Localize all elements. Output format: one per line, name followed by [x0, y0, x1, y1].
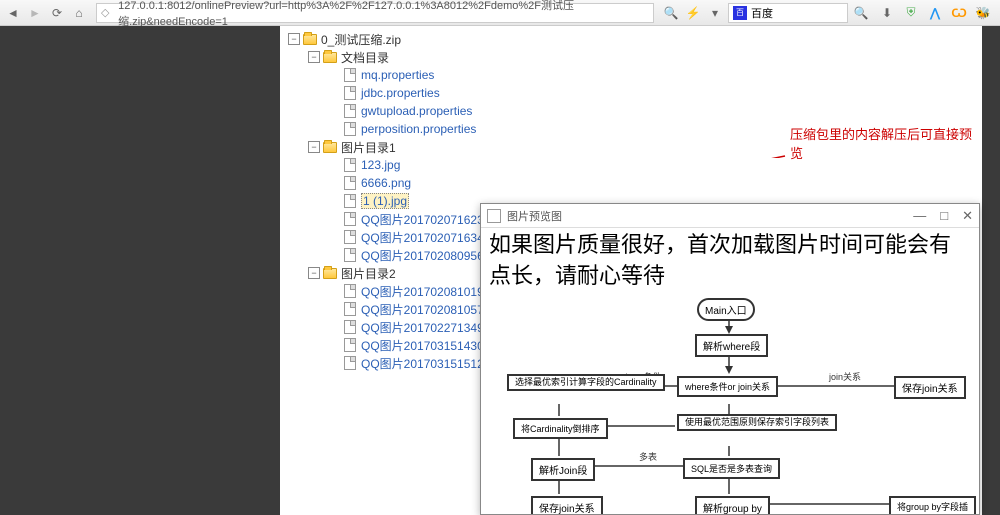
- forward-button[interactable]: ►: [26, 4, 44, 22]
- tree-label[interactable]: jdbc.properties: [361, 86, 440, 100]
- fc-sql-multi: SQL是否是多表查询: [683, 458, 780, 479]
- w-icon[interactable]: Ѡ: [950, 4, 968, 22]
- url-text: 127.0.0.1:8012/onlinePreview?url=http%3A…: [118, 0, 649, 29]
- download-button[interactable]: ⬇: [878, 4, 896, 22]
- tree-label[interactable]: gwtupload.properties: [361, 104, 472, 118]
- dark-edge: [982, 26, 1000, 515]
- preview-window: 图片预览图 — □ ✕ 如果图片质量很好，首次加载图片时间可能会有点长，请耐心等…: [480, 203, 980, 515]
- fc-parse-join: 解析Join段: [531, 458, 595, 481]
- file-icon: [342, 194, 358, 208]
- search-button[interactable]: 🔍: [852, 4, 870, 22]
- url-bar[interactable]: ◇ 127.0.0.1:8012/onlinePreview?url=http%…: [96, 3, 654, 23]
- preview-message: 如果图片质量很好，首次加载图片时间可能会有点长，请耐心等待: [489, 230, 971, 292]
- tree-label[interactable]: 文档目录: [341, 49, 389, 66]
- search-placeholder: 百度: [751, 5, 773, 21]
- file-icon: [342, 158, 358, 172]
- file-icon: [342, 320, 358, 334]
- tree-label[interactable]: 图片目录2: [341, 265, 396, 282]
- folder-icon: [302, 32, 318, 46]
- file-icon: [342, 122, 358, 136]
- fc-group-field: 将group by字段插: [889, 496, 976, 514]
- file-icon: [342, 356, 358, 370]
- dark-sidebar: [0, 26, 280, 515]
- file-icon: [342, 230, 358, 244]
- page-icon: ◇: [101, 6, 114, 20]
- file-icon: [342, 284, 358, 298]
- fc-entry: Main入口: [697, 298, 755, 321]
- preview-titlebar[interactable]: 图片预览图 — □ ✕: [481, 204, 979, 228]
- main-area: −0_测试压缩.zip−文档目录mq.propertiesjdbc.proper…: [280, 26, 982, 515]
- folder-icon: [322, 50, 338, 64]
- tree-label[interactable]: perposition.properties: [361, 122, 476, 136]
- bee-icon[interactable]: 🐝: [974, 4, 992, 22]
- back-button[interactable]: ◄: [4, 4, 22, 22]
- preview-content: 如果图片质量很好，首次加载图片时间可能会有点长，请耐心等待: [481, 228, 979, 514]
- file-icon: [342, 248, 358, 262]
- preview-icon: [487, 209, 501, 223]
- tree-label[interactable]: 图片目录1: [341, 139, 396, 156]
- file-icon: [342, 68, 358, 82]
- tree-folder[interactable]: − 0_测试压缩.zip: [288, 30, 974, 48]
- minimize-button[interactable]: —: [913, 208, 926, 224]
- annotation-text: 压缩包里的内容解压后可直接预览: [790, 124, 982, 162]
- tree-file[interactable]: gwtupload.properties: [288, 102, 974, 120]
- tree-file[interactable]: mq.properties: [288, 66, 974, 84]
- file-icon: [342, 338, 358, 352]
- fc-decision: where条件or join关系: [677, 376, 778, 397]
- tree-file[interactable]: jdbc.properties: [288, 84, 974, 102]
- preview-title: 图片预览图: [507, 208, 562, 224]
- fc-save-join: 保存join关系: [894, 376, 966, 399]
- file-icon: [342, 86, 358, 100]
- annotation-arrow: [660, 128, 790, 158]
- m-icon[interactable]: ⋀: [926, 4, 944, 22]
- fc-save-join2: 保存join关系: [531, 496, 603, 514]
- file-icon: [342, 212, 358, 226]
- file-icon: [342, 104, 358, 118]
- home-button[interactable]: ⌂: [70, 4, 88, 22]
- reload-button[interactable]: ⟳: [48, 4, 66, 22]
- tree-toggle[interactable]: −: [288, 33, 300, 45]
- tree-label[interactable]: mq.properties: [361, 68, 434, 82]
- maximize-button[interactable]: □: [940, 208, 948, 224]
- file-icon: [342, 176, 358, 190]
- search-box[interactable]: 百 百度: [728, 3, 848, 23]
- file-icon: [342, 302, 358, 316]
- close-button[interactable]: ✕: [962, 208, 973, 224]
- baidu-icon: 百: [733, 6, 747, 20]
- zoom-button[interactable]: 🔍: [662, 4, 680, 22]
- tree-label[interactable]: 1 (1).jpg: [361, 193, 409, 209]
- fc-sort: 将Cardinality倒排序: [513, 418, 608, 439]
- dropdown-button[interactable]: ▾: [706, 4, 724, 22]
- tree-label[interactable]: 6666.png: [361, 176, 411, 190]
- tree-toggle[interactable]: −: [308, 141, 320, 153]
- fc-parse-where: 解析where段: [695, 334, 768, 357]
- shield-icon[interactable]: ⛨: [902, 4, 920, 22]
- tree-folder[interactable]: − 文档目录: [288, 48, 974, 66]
- flash-button[interactable]: ⚡: [684, 4, 702, 22]
- folder-icon: [322, 140, 338, 154]
- tree-label[interactable]: 123.jpg: [361, 158, 400, 172]
- tree-toggle[interactable]: −: [308, 51, 320, 63]
- tree-label[interactable]: 0_测试压缩.zip: [321, 31, 401, 48]
- folder-icon: [322, 266, 338, 280]
- fc-parse-group: 解析group by: [695, 496, 770, 514]
- tree-file[interactable]: 6666.png: [288, 174, 974, 192]
- fc-range: 使用最优范围原则保存索引字段列表: [677, 414, 837, 432]
- tree-toggle[interactable]: −: [308, 267, 320, 279]
- fc-cardinality: 选择最优索引计算字段的Cardinality: [507, 374, 665, 392]
- flowchart: Main入口 解析where段 where条件 where条件or join关系…: [489, 296, 971, 514]
